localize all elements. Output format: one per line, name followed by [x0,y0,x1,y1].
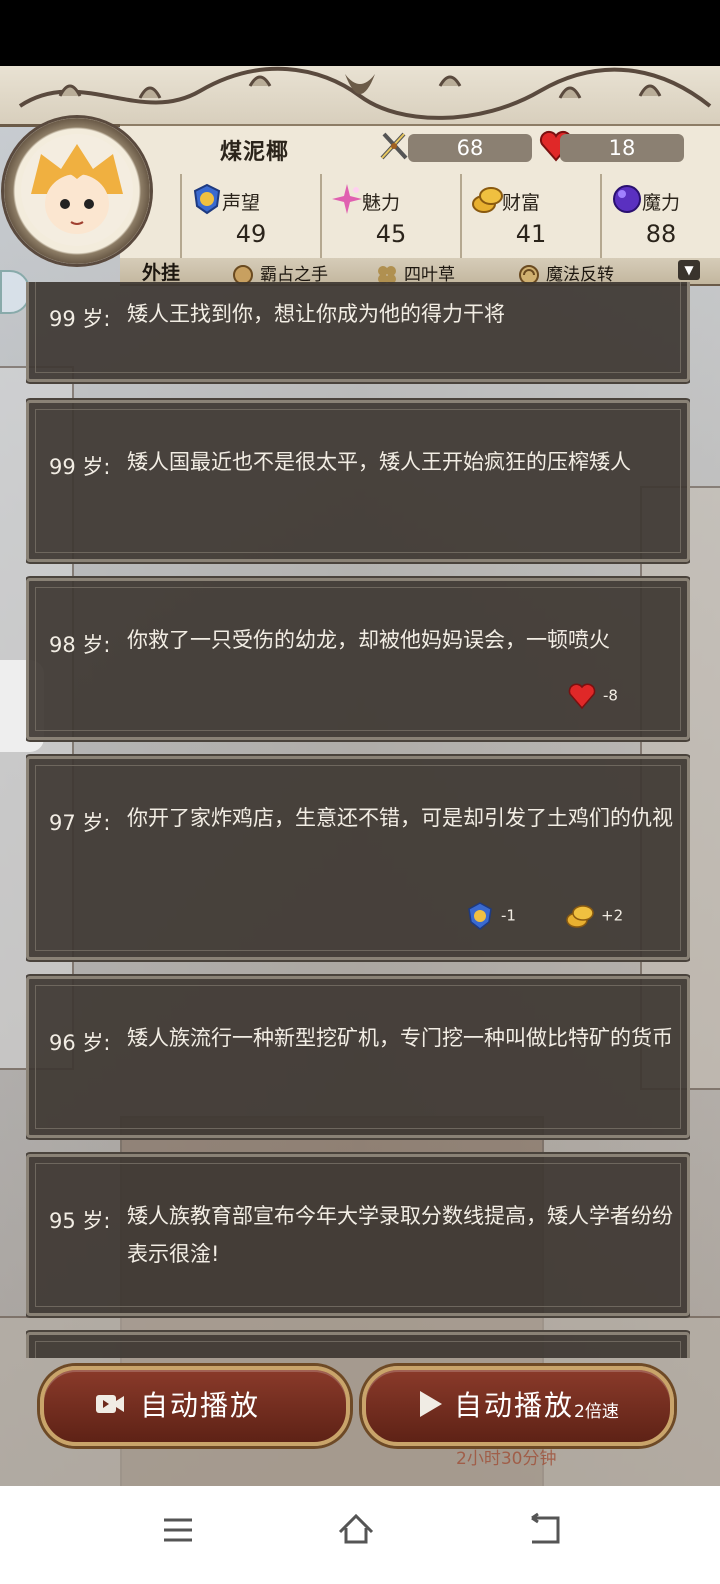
button-label: 自动播放 [454,1389,575,1422]
stat-label: 财富 [502,192,541,214]
coins-icon [472,187,503,213]
autoplay-2x-button[interactable]: 自动播放 2倍速 [362,1366,674,1446]
ornament-banner [0,66,720,127]
log-entry: 98 岁: 你救了一只受伤的幼龙，却被他妈妈误会，一顿喷火 -8 [26,576,690,742]
log-entry: 95 岁: 矮人族教育部宣布今年大学录取分数线提高，矮人学者纷纷表示很淦! [26,1152,690,1318]
stat-label: 魔力 [642,192,681,214]
cheat-dropdown-button[interactable]: ▼ [678,260,700,280]
log-entry: 96 岁: 矮人族流行一种新型挖矿机，专门挖一种叫做比特矿的货币 [26,974,690,1140]
stat-value: 41 [515,220,547,248]
character-portrait [31,144,123,234]
effect-value: -1 [501,906,516,925]
stat-value: 88 [645,220,677,248]
magic-orb-icon [613,185,641,213]
log-entry: 99 岁: 矮人国最近也不是很太平，矮人王开始疯狂的压榨矮人 [26,398,690,564]
coins-icon [566,905,594,928]
stat-label: 魅力 [362,192,401,214]
log-age: 99 岁: [49,307,111,331]
back-icon[interactable] [524,1510,564,1550]
log-entry-partial [26,1330,690,1358]
log-text: 矮人族教育部宣布今年大学录取分数线提高，矮人学者纷纷表示很淦! [127,1204,673,1266]
button-label: 自动播放 [140,1389,261,1422]
log-age: 95 岁: [49,1209,111,1233]
cooldown-note: 2小时30分钟 [456,1449,557,1469]
effect-heart: -8 [567,681,618,711]
player-name: 煤泥椰 [220,140,290,165]
stat-value: 49 [235,220,267,248]
status-bar [0,0,720,66]
effect-coins: +2 [565,901,623,931]
speed-label: 2倍速 [574,1402,619,1422]
play-icon [420,1391,442,1417]
log-age: 97 岁: [49,811,111,835]
log-text: 你开了家炸鸡店，生意还不错，可是却引发了土鸡们的仇视 [127,806,673,830]
avatar[interactable] [21,134,133,246]
video-icon [96,1395,124,1413]
charm-sparkle-icon [332,184,362,214]
name-row: 煤泥椰 68 18 [120,126,720,172]
effect-value: -8 [603,686,618,705]
effect-reputation: -1 [465,901,516,931]
log-age: 99 岁: [49,455,111,479]
log-text: 矮人国最近也不是很太平，矮人王开始疯狂的压榨矮人 [127,450,631,474]
cheat-title: 外挂 [142,262,181,284]
heart-icon [568,683,596,710]
log-text: 矮人王找到你，想让你成为他的得力干将 [127,302,505,326]
log-text: 矮人族流行一种新型挖矿机，专门挖一种叫做比特矿的货币 [127,1026,673,1050]
log-entry: 97 岁: 你开了家炸鸡店，生意还不错，可是却引发了土鸡们的仇视 -1 +2 [26,754,690,962]
event-log-list[interactable]: 99 岁: 矮人王找到你，想让你成为他的得力干将 99 岁: 矮人国最近也不是很… [26,282,690,1358]
attack-value: 68 [408,134,532,162]
sword-icon [380,132,408,160]
avatar-frame [4,118,150,264]
reputation-badge-icon [468,902,492,930]
log-age: 96 岁: [49,1031,111,1055]
stat-label: 声望 [222,192,261,214]
health-value: 18 [560,134,684,162]
home-icon[interactable] [336,1510,376,1550]
log-text: 你救了一只受伤的幼龙，却被他妈妈误会，一顿喷火 [127,628,610,652]
player-header: 煤泥椰 68 18 声望 49 魅力 45 财富 41 魔力 88 外挂 霸占之… [0,66,720,286]
stat-value: 45 [375,220,407,248]
log-age: 98 岁: [49,633,111,657]
player-info-panel: 煤泥椰 68 18 声望 49 魅力 45 财富 41 魔力 88 [120,124,720,279]
system-nav-bar [0,1486,720,1584]
log-entry: 99 岁: 矮人王找到你，想让你成为他的得力干将 [26,282,690,384]
autoplay-video-button[interactable]: 自动播放 [40,1366,350,1446]
reputation-badge-icon [193,183,221,215]
menu-icon[interactable] [158,1510,198,1550]
effect-value: +2 [601,906,624,925]
